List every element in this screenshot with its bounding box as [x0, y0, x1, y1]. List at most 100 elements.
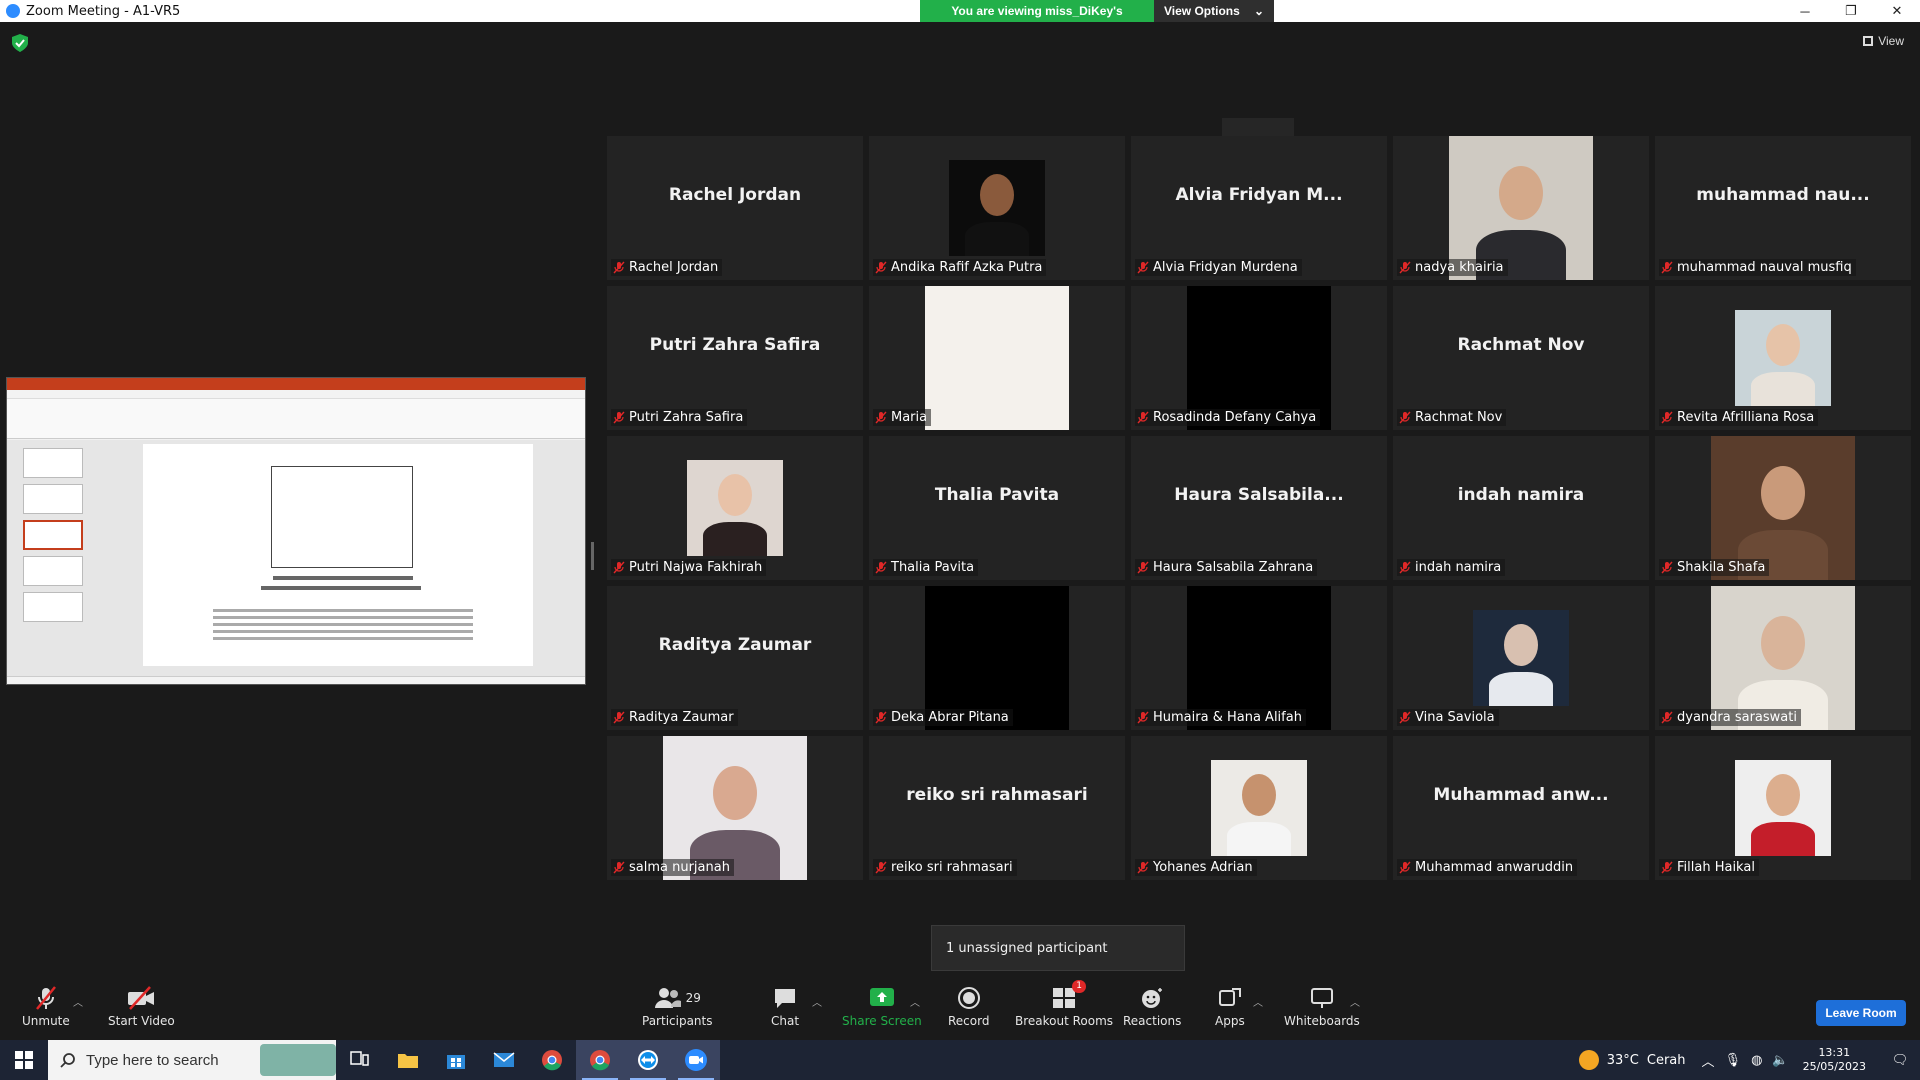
- task-view-icon: [350, 1051, 369, 1066]
- maximize-button[interactable]: ❐: [1828, 0, 1874, 22]
- volume-icon[interactable]: 🔈: [1772, 1053, 1788, 1068]
- start-video-button[interactable]: Start Video: [108, 984, 175, 1028]
- participant-name: Putri Najwa Fakhirah: [629, 560, 763, 575]
- share-options-caret[interactable]: ︿: [910, 994, 920, 1009]
- participant-video: [687, 460, 783, 556]
- participant-tile[interactable]: muhammad nau... muhammad nauval musfiq: [1655, 136, 1911, 280]
- participant-name-label: Raditya Zaumar: [611, 709, 738, 726]
- participant-tile[interactable]: Shakila Shafa: [1655, 436, 1911, 580]
- participant-tile[interactable]: Rosadinda Defany Cahya: [1131, 286, 1387, 430]
- reactions-button[interactable]: Reactions: [1123, 984, 1181, 1028]
- whiteboards-options-caret[interactable]: ︿: [1350, 994, 1360, 1009]
- whiteboards-button[interactable]: Whiteboards: [1284, 984, 1360, 1028]
- notifications-icon[interactable]: 🗨: [1880, 1053, 1920, 1068]
- participant-tile[interactable]: Vina Saviola: [1393, 586, 1649, 730]
- participant-tile[interactable]: Raditya Zaumar Raditya Zaumar: [607, 586, 863, 730]
- participant-tile[interactable]: Rachmat Nov Rachmat Nov: [1393, 286, 1649, 430]
- mail-app[interactable]: [480, 1040, 528, 1080]
- split-view-handle[interactable]: [591, 542, 594, 570]
- participant-tile[interactable]: Putri Zahra Safira Putri Zahra Safira: [607, 286, 863, 430]
- unassigned-notice[interactable]: 1 unassigned participant: [931, 925, 1185, 971]
- participant-display-name: Raditya Zaumar: [658, 635, 812, 655]
- apps-button[interactable]: Apps: [1215, 984, 1245, 1028]
- mail-icon: [493, 1052, 515, 1067]
- participant-video: [1735, 760, 1831, 856]
- chrome-profile-app[interactable]: [576, 1040, 624, 1080]
- leave-room-button[interactable]: Leave Room: [1816, 1000, 1906, 1026]
- file-explorer-app[interactable]: [384, 1040, 432, 1080]
- participant-tile[interactable]: Fillah Haikal: [1655, 736, 1911, 880]
- apps-options-caret[interactable]: ︿: [1253, 994, 1263, 1009]
- mic-muted-icon: [1137, 411, 1149, 424]
- participant-tile[interactable]: indah namira indah namira: [1393, 436, 1649, 580]
- chat-button[interactable]: Chat: [771, 984, 799, 1028]
- participant-tile[interactable]: Yohanes Adrian: [1131, 736, 1387, 880]
- unmute-button[interactable]: Unmute: [22, 984, 70, 1028]
- participant-name-label: muhammad nauval musfiq: [1659, 259, 1856, 276]
- participant-tile[interactable]: Maria: [869, 286, 1125, 430]
- participant-tile[interactable]: Humaira & Hana Alifah: [1131, 586, 1387, 730]
- participant-tile[interactable]: Revita Afrilliana Rosa: [1655, 286, 1911, 430]
- whiteboards-label: Whiteboards: [1284, 1014, 1360, 1028]
- windows-start-button[interactable]: [0, 1040, 48, 1080]
- participant-name: Vina Saviola: [1415, 710, 1495, 725]
- mic-muted-icon: [1137, 711, 1149, 724]
- participant-tile[interactable]: Thalia Pavita Thalia Pavita: [869, 436, 1125, 580]
- mic-muted-icon: [875, 261, 887, 274]
- view-grid-icon: [1863, 36, 1874, 46]
- participant-tile[interactable]: reiko sri rahmasari reiko sri rahmasari: [869, 736, 1125, 880]
- participant-tile[interactable]: Muhammad anw... Muhammad anwaruddin: [1393, 736, 1649, 880]
- participant-tile[interactable]: Rachel Jordan Rachel Jordan: [607, 136, 863, 280]
- store-app[interactable]: [432, 1040, 480, 1080]
- reactions-icon: [1140, 984, 1164, 1012]
- clock-time: 13:31: [1818, 1046, 1851, 1059]
- teamviewer-icon: [638, 1050, 658, 1070]
- participant-name: Revita Afrilliana Rosa: [1677, 410, 1815, 425]
- participant-tile[interactable]: Haura Salsabila... Haura Salsabila Zahran…: [1131, 436, 1387, 580]
- participant-name-label: Maria: [873, 409, 932, 426]
- participant-name-label: Deka Abrar Pitana: [873, 709, 1013, 726]
- participant-name: Rachmat Nov: [1415, 410, 1503, 425]
- breakout-rooms-button[interactable]: 1 Breakout Rooms: [1015, 980, 1113, 1028]
- minimize-button[interactable]: ─: [1782, 0, 1828, 22]
- participant-name-label: indah namira: [1397, 559, 1506, 576]
- taskbar-search[interactable]: Type here to search: [48, 1040, 336, 1080]
- record-button[interactable]: Record: [948, 984, 989, 1028]
- participant-tile[interactable]: Alvia Fridyan M... Alvia Fridyan Murdena: [1131, 136, 1387, 280]
- meeting-toolbar: Unmute ︿ Start Video 29 Participants Cha…: [0, 980, 1920, 1040]
- window-title: Zoom Meeting - A1-VR5: [26, 3, 181, 19]
- shared-ribbon-tabs: [7, 390, 585, 399]
- participant-tile[interactable]: Putri Najwa Fakhirah: [607, 436, 863, 580]
- taskbar-clock[interactable]: 13:31 25/05/2023: [1803, 1046, 1866, 1074]
- view-options-button[interactable]: View Options ⌄: [1154, 0, 1274, 22]
- participant-shoulders: [965, 222, 1029, 256]
- microphone-icon[interactable]: 🎙: [1725, 1053, 1742, 1068]
- participant-display-name: reiko sri rahmasari: [906, 785, 1088, 805]
- zoom-app[interactable]: [672, 1040, 720, 1080]
- tray-overflow-icon[interactable]: ︿: [1702, 1051, 1715, 1070]
- audio-options-caret[interactable]: ︿: [73, 994, 83, 1009]
- task-view-button[interactable]: [336, 1040, 384, 1080]
- participant-name: dyandra saraswati: [1677, 710, 1797, 725]
- participant-tile[interactable]: dyandra saraswati: [1655, 586, 1911, 730]
- chrome-app[interactable]: [528, 1040, 576, 1080]
- participant-shoulders: [1751, 372, 1815, 406]
- slide-thumbnail: [23, 592, 83, 622]
- chat-options-caret[interactable]: ︿: [812, 994, 822, 1009]
- mic-muted-icon: [1399, 561, 1411, 574]
- participant-tile[interactable]: salma nurjanah: [607, 736, 863, 880]
- security-shield-icon[interactable]: [12, 34, 28, 52]
- network-globe-icon[interactable]: ◍: [1751, 1053, 1762, 1068]
- participant-tile[interactable]: Andika Rafif Azka Putra: [869, 136, 1125, 280]
- shared-screen[interactable]: [6, 377, 586, 685]
- participant-tile[interactable]: Deka Abrar Pitana: [869, 586, 1125, 730]
- teamviewer-app[interactable]: [624, 1040, 672, 1080]
- view-button[interactable]: View: [1863, 34, 1904, 48]
- weather-widget[interactable]: 33°C Cerah: [1578, 1050, 1686, 1070]
- view-options-label: View Options: [1164, 4, 1240, 18]
- participant-tile[interactable]: nadya khairia: [1393, 136, 1649, 280]
- close-button[interactable]: ✕: [1874, 0, 1920, 22]
- participant-face: [1761, 466, 1805, 520]
- participant-name-label: salma nurjanah: [611, 859, 734, 876]
- participants-button[interactable]: 29 Participants: [642, 984, 713, 1028]
